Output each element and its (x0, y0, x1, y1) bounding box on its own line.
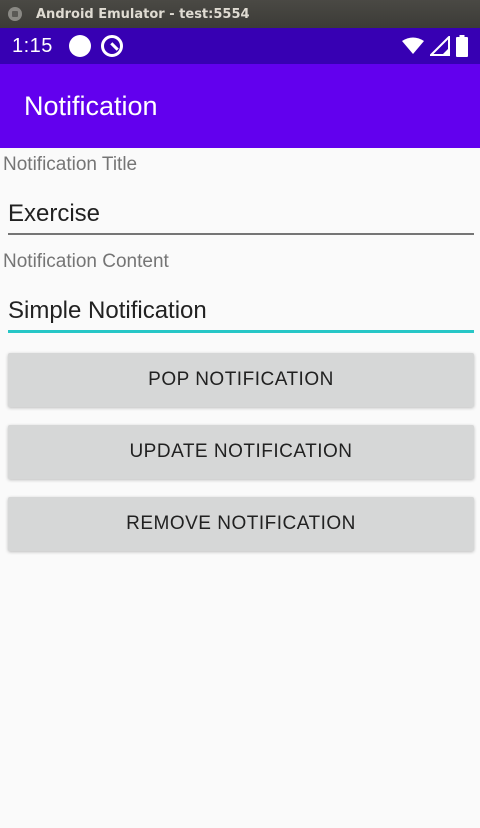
title-underline (8, 233, 474, 235)
window-close-icon[interactable] (8, 7, 22, 21)
content-underline (8, 330, 474, 333)
sync-icon (100, 35, 123, 57)
status-time: 1:15 (12, 34, 53, 57)
app-bar-title: Notification (24, 90, 158, 121)
window-titlebar: Android Emulator - test:5554 (0, 0, 480, 28)
signal-icon (430, 36, 450, 56)
pop-notification-button[interactable]: POP NOTIFICATION (8, 353, 474, 407)
update-notification-button[interactable]: UPDATE NOTIFICATION (8, 425, 474, 479)
battery-icon (456, 35, 468, 57)
content-label: Notification Content (3, 251, 169, 272)
wifi-icon (402, 37, 424, 54)
content-input[interactable] (8, 289, 474, 333)
title-input[interactable] (8, 192, 474, 236)
status-bar: 1:15 (0, 28, 480, 64)
remove-notification-button[interactable]: REMOVE NOTIFICATION (8, 497, 474, 551)
circle-notification-icon (68, 35, 91, 57)
title-label: Notification Title (3, 154, 138, 175)
window-title: Android Emulator - test:5554 (36, 6, 250, 22)
app-bar: Notification (0, 64, 480, 148)
